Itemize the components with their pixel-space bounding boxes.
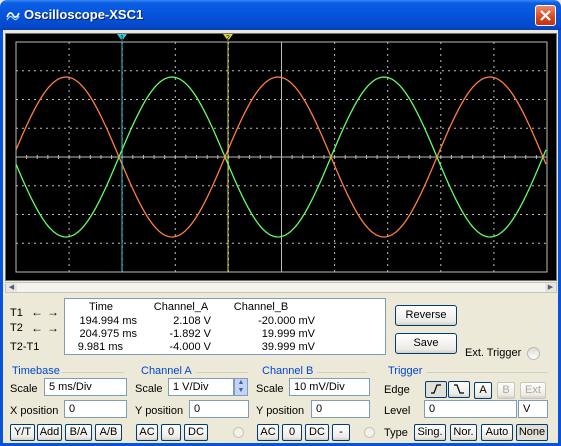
channel-a-divider [196,372,248,373]
edge-rising-button[interactable] [425,381,447,398]
channel-b-ac-button[interactable]: AC [257,424,279,441]
mode-ba-button[interactable]: B/A [65,424,92,441]
rising-edge-icon [431,384,441,394]
mode-add-button[interactable]: Add [37,424,62,441]
channel-b-terminal[interactable] [364,427,375,438]
falling-edge-icon [454,384,464,394]
t2-right-arrow-button[interactable]: → [46,322,60,335]
timebase-title: Timebase [12,365,60,377]
header-time: Time [88,301,114,313]
trigger-auto-button[interactable]: Auto [481,424,513,441]
timebase-scale-field[interactable]: 5 ms/Div [44,378,127,396]
scope-screen: 12 [5,33,557,281]
cursor-2-label: 2 [226,35,230,42]
x-position-field[interactable]: 0 [64,400,127,418]
ext-trigger-terminal[interactable] [527,347,540,360]
channel-b-scale-field[interactable]: 10 mV/Div [289,378,370,396]
delta-channel-b: 39.999 mV [261,341,315,353]
trigger-single-button[interactable]: Sing. [414,424,446,441]
header-channel-b: Channel_B [233,301,289,313]
title-bar: Oscilloscope-XSC1 [0,0,561,30]
channel-a-y-position-field[interactable]: 0 [189,400,249,418]
t1-label: T1 [10,307,23,319]
mode-ab-button[interactable]: A/B [95,424,122,441]
oscilloscope-icon [6,12,20,21]
t2-channel-a: -1.892 V [169,328,211,340]
channel-a-scale-label: Scale [135,383,163,395]
trigger-level-unit[interactable]: V [518,400,548,418]
t2-left-arrow-button[interactable]: ← [30,322,44,335]
trigger-title: Trigger [388,365,423,377]
close-button[interactable] [535,5,556,26]
channel-b-dc-button[interactable]: DC [305,424,329,441]
scroll-left-button[interactable]: ◀ [6,283,17,292]
trigger-divider [426,372,548,373]
trigger-source-a-button[interactable]: A [474,382,492,399]
spin-down-icon[interactable]: ▼ [235,387,247,395]
type-label: Type [384,427,408,439]
scroll-right-button[interactable]: ▶ [545,283,556,292]
t2-t1-label: T2-T1 [10,341,40,353]
channel-a-y-position-label: Y position [135,405,184,417]
edge-falling-button[interactable] [448,381,470,398]
edge-label: Edge [384,384,410,396]
cursor-readout-table: Time Channel_A Channel_B 194.994 ms 2.10… [64,298,386,355]
channel-b-y-position-label: Y position [256,405,305,417]
channel-a-terminal[interactable] [233,427,244,438]
level-label: Level [384,405,411,417]
delta-channel-a: -4.000 V [169,341,211,353]
header-channel-a: Channel_A [153,301,209,313]
reverse-button[interactable]: Reverse [395,305,457,326]
channel-a-scale-field[interactable]: 1 V/Div [168,378,234,396]
t2-arrows: ← → [30,322,60,335]
t1-channel-b: -20.000 mV [258,315,315,327]
save-button[interactable]: Save [395,333,457,354]
channel-a-dc-button[interactable]: DC [184,424,208,441]
window-title: Oscilloscope-XSC1 [24,7,144,22]
channel-b-scale-label: Scale [256,383,284,395]
trigger-normal-button[interactable]: Nor. [450,424,477,441]
channel-a-title: Channel A [141,365,192,377]
scope-display: 12 [6,34,556,280]
delta-time: 9.981 ms [77,341,123,353]
mode-yt-button[interactable]: Y/T [10,424,35,441]
channel-a-ac-button[interactable]: AC [136,424,158,441]
horizontal-scrollbar[interactable]: ◀ ▶ [5,282,557,293]
channel-a-scale-spinner[interactable]: ▲ ▼ [234,378,248,396]
t1-left-arrow-button[interactable]: ← [30,306,44,319]
t1-right-arrow-button[interactable]: → [46,306,60,319]
spin-up-icon[interactable]: ▲ [235,379,247,387]
trigger-source-ext-button[interactable]: Ext [520,382,546,399]
trigger-source-b-button[interactable]: B [497,382,515,399]
cursor-1-label: 1 [120,35,124,42]
t2-label: T2 [10,322,23,334]
channel-a-ground-button[interactable]: 0 [161,424,181,441]
timebase-divider [62,372,124,373]
trigger-level-field[interactable]: 0 [424,400,517,418]
channel-b-title: Channel B [262,365,314,377]
trigger-none-button[interactable]: None [516,424,548,441]
timebase-scale-label: Scale [10,383,38,395]
x-position-label: X position [10,405,59,417]
t1-channel-a: 2.108 V [173,315,211,327]
t1-time: 194.994 ms [79,315,137,327]
close-icon [540,10,551,21]
t2-channel-b: 19.999 mV [261,328,315,340]
ext-trigger-label: Ext. Trigger [465,347,522,359]
channel-b-invert-button[interactable]: - [332,424,350,441]
channel-b-ground-button[interactable]: 0 [282,424,302,441]
t1-arrows: ← → [30,306,60,319]
channel-b-divider [317,372,367,373]
t2-time: 204.975 ms [79,328,137,340]
channel-b-y-position-field[interactable]: 0 [311,400,370,418]
